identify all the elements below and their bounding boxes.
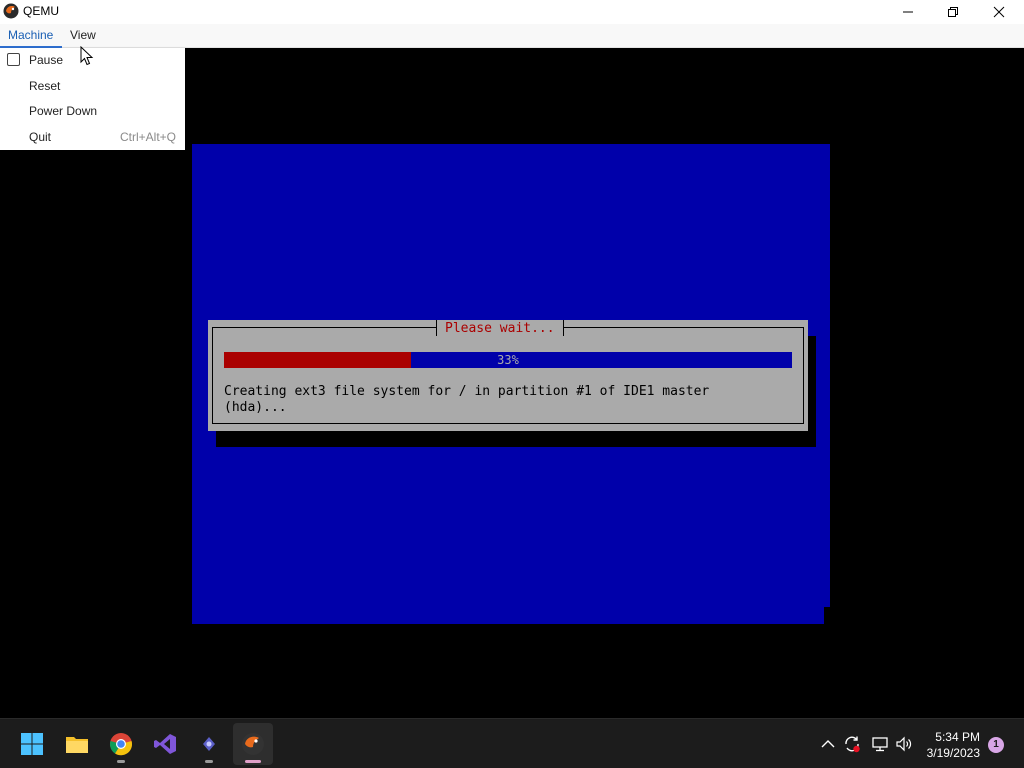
menu-machine[interactable]: Machine (8, 28, 53, 42)
progress-label: 33% (497, 353, 519, 367)
close-icon (993, 6, 1005, 18)
dialog-title: Please wait... (436, 320, 564, 336)
teams-icon[interactable] (197, 732, 221, 756)
volume-icon[interactable] (895, 735, 913, 753)
file-explorer-icon[interactable] (65, 732, 89, 756)
chevron-up-icon[interactable] (819, 735, 837, 753)
screen-edge (824, 607, 832, 625)
clock-time: 5:34 PM (935, 730, 980, 744)
network-icon[interactable] (871, 735, 889, 753)
minimize-button[interactable] (885, 0, 931, 24)
chrome-icon[interactable] (109, 732, 133, 756)
qemu-app-icon[interactable] (3, 3, 19, 19)
mouse-cursor-icon (80, 46, 94, 66)
menu-item-label: Quit (29, 130, 52, 144)
windows-start-icon[interactable] (20, 732, 44, 756)
menu-item-reset[interactable]: Reset (0, 74, 185, 98)
visual-studio-icon[interactable] (153, 732, 177, 756)
minimize-icon (903, 11, 913, 13)
menu-item-label: Pause (29, 53, 64, 67)
qemu-active-indicator (245, 760, 261, 763)
notification-badge[interactable]: 1 (988, 737, 1004, 753)
status-message: Creating ext3 file system for / in parti… (224, 384, 710, 415)
clock-date: 3/19/2023 (926, 746, 980, 760)
menu-item-label: Reset (29, 79, 61, 93)
menu-item-label: Power Down (29, 104, 98, 118)
progress-bar: 33% (224, 352, 792, 368)
menu-item-quit[interactable]: Quit Ctrl+Alt+Q (0, 125, 185, 149)
menu-item-power-down[interactable]: Power Down (0, 99, 185, 123)
menu-bar: Machine View (0, 24, 1024, 48)
sync-icon[interactable] (843, 735, 861, 753)
title-bar: QEMU (0, 0, 1024, 24)
close-button[interactable] (976, 0, 1022, 24)
system-clock[interactable]: 5:34 PM 3/19/2023 (927, 729, 980, 761)
restore-button[interactable] (930, 0, 976, 24)
pause-checkbox[interactable] (7, 53, 20, 66)
please-wait-dialog: Please wait... 33% Creating ext3 file sy… (208, 320, 808, 431)
restore-icon (948, 7, 958, 17)
window-title: QEMU (23, 4, 59, 18)
qemu-icon[interactable] (241, 732, 265, 756)
chrome-running-indicator (117, 760, 125, 763)
teams-running-indicator (205, 760, 213, 763)
taskbar: 5:34 PM 3/19/2023 1 (0, 718, 1024, 768)
menu-view[interactable]: View (70, 28, 96, 42)
menu-item-shortcut: Ctrl+Alt+Q (119, 130, 176, 144)
